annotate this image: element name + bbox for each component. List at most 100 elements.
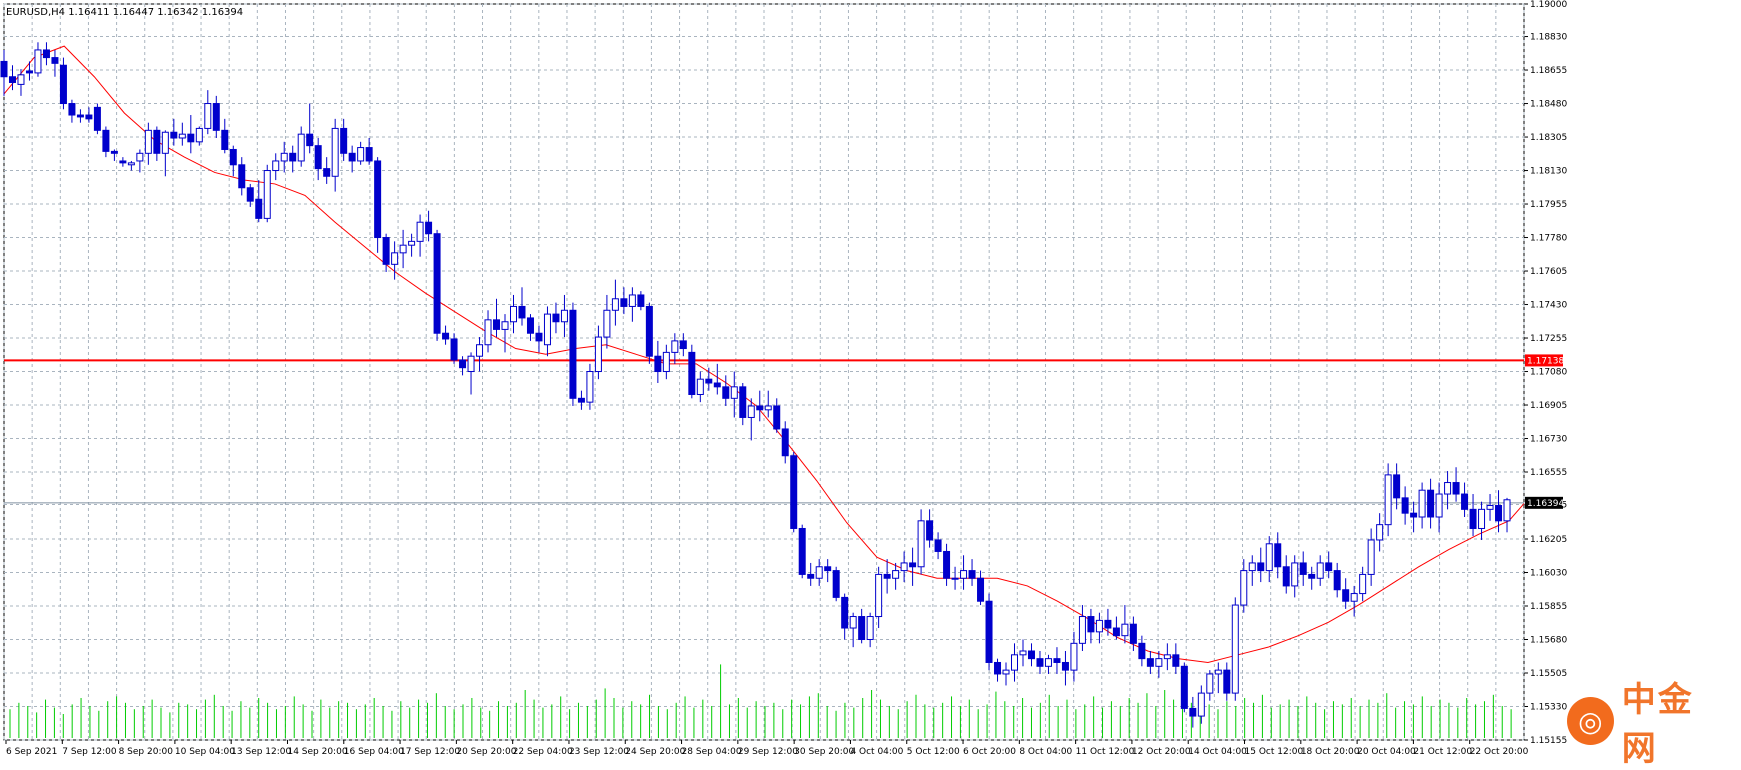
x-tick-label: 14 Oct 04:00	[1188, 747, 1247, 757]
candle-body	[747, 405, 755, 418]
y-tick-label: 1.15855	[1530, 602, 1567, 612]
candle-body	[1070, 642, 1078, 671]
candle-body	[696, 378, 704, 395]
candle-body	[501, 321, 509, 330]
candle-body	[518, 305, 526, 319]
candle-body	[1350, 593, 1358, 602]
candle-body	[1282, 566, 1290, 587]
candle-body	[790, 455, 798, 529]
candle-body	[1095, 619, 1103, 633]
candle-body	[263, 170, 271, 219]
candle-body	[467, 355, 475, 373]
candle-body	[229, 148, 237, 166]
candle-body	[1180, 665, 1188, 709]
candle-body	[1333, 570, 1341, 591]
candle-body	[569, 309, 577, 399]
candle-body	[1401, 497, 1409, 514]
candle-body	[76, 114, 84, 118]
candle-body	[858, 616, 866, 641]
candle-body	[357, 147, 365, 162]
candle-body	[849, 616, 857, 629]
candle-body	[153, 129, 161, 154]
candle-body	[85, 114, 93, 120]
candle-body	[340, 127, 348, 154]
candle-body	[535, 332, 543, 342]
x-tick-label: 4 Oct 04:00	[850, 747, 903, 757]
candle-body	[161, 131, 169, 154]
candle-body	[1316, 562, 1324, 579]
candle-body	[875, 573, 883, 618]
candle-body	[705, 378, 713, 384]
candle-body	[594, 336, 602, 373]
candle-body	[1163, 654, 1171, 660]
candle-body	[1002, 669, 1010, 675]
current-price-label: 1.16394	[1527, 499, 1564, 509]
candle-body	[509, 305, 517, 323]
candle-body	[1410, 512, 1418, 518]
candle-body	[433, 233, 441, 334]
x-tick-label: 21 Oct 12:00	[1413, 747, 1472, 757]
candle-body	[798, 527, 806, 575]
candle-body	[909, 562, 917, 568]
candle-body	[255, 198, 263, 219]
candle-body	[1486, 505, 1494, 510]
candle-body	[603, 309, 611, 338]
x-tick-label: 20 Sep 20:00	[456, 747, 516, 757]
x-tick-label: 7 Sep 12:00	[62, 747, 117, 757]
candle-body	[730, 386, 738, 399]
candle-body	[1206, 673, 1214, 694]
candle-body	[484, 319, 492, 346]
candle-body	[637, 294, 645, 307]
candle-body	[144, 129, 152, 154]
x-tick-label: 24 Sep 20:00	[625, 747, 685, 757]
candle-body	[1061, 661, 1069, 671]
candle-body	[212, 103, 220, 131]
candle-body	[1036, 658, 1044, 667]
candle-body	[968, 570, 976, 579]
candle-body	[560, 309, 568, 323]
y-tick-label: 1.19000	[1530, 0, 1567, 10]
candle-body	[1197, 692, 1205, 717]
candle-body	[399, 244, 407, 254]
y-tick-label: 1.16730	[1530, 435, 1567, 445]
candle-body	[374, 160, 382, 239]
price-chart[interactable]: 1.19000 1.18830 1.18655 1.18480 1.18305 1.181…	[0, 0, 1741, 763]
watermark-text: 中金网	[1621, 680, 1694, 769]
candle-body	[1257, 562, 1265, 572]
x-tick-label: 14 Sep 20:00	[287, 747, 347, 757]
x-tick-label: 11 Oct 12:00	[1076, 747, 1135, 757]
y-tick-label: 1.15505	[1530, 669, 1567, 679]
candle-body	[620, 298, 628, 307]
candle-body	[102, 129, 110, 152]
candle-body	[1325, 562, 1333, 572]
candle-body	[127, 162, 135, 166]
candle-body	[1223, 669, 1231, 694]
candle-body	[34, 49, 42, 74]
candle-body	[1189, 707, 1197, 717]
candle-body	[1027, 650, 1035, 660]
candle-body	[323, 168, 331, 177]
candle-body	[1461, 493, 1469, 510]
candle-body	[1291, 562, 1299, 587]
candle-body	[628, 294, 636, 307]
candle-body	[781, 428, 789, 457]
candle-body	[1011, 654, 1019, 671]
candle-body	[246, 187, 254, 202]
x-tick-label: 30 Sep 20:00	[794, 747, 854, 757]
x-tick-label: 16 Sep 04:00	[344, 747, 404, 757]
hline-price-label: 1.17138	[1527, 356, 1564, 366]
candle-body	[272, 160, 280, 172]
y-tick-label: 1.17955	[1530, 200, 1567, 210]
candle-body	[611, 298, 619, 311]
y-tick-label: 1.16555	[1530, 468, 1567, 478]
candle-body	[170, 131, 178, 139]
candle-body	[807, 573, 815, 579]
x-tick-label: 6 Oct 20:00	[963, 747, 1016, 757]
candle-body	[679, 340, 687, 350]
x-tick-label: 12 Oct 20:00	[1132, 747, 1191, 757]
candle-body	[8, 76, 16, 83]
candle-body	[348, 152, 356, 162]
y-tick-label: 1.16905	[1530, 401, 1567, 411]
candle-body	[119, 160, 127, 164]
candle-body	[977, 577, 985, 602]
